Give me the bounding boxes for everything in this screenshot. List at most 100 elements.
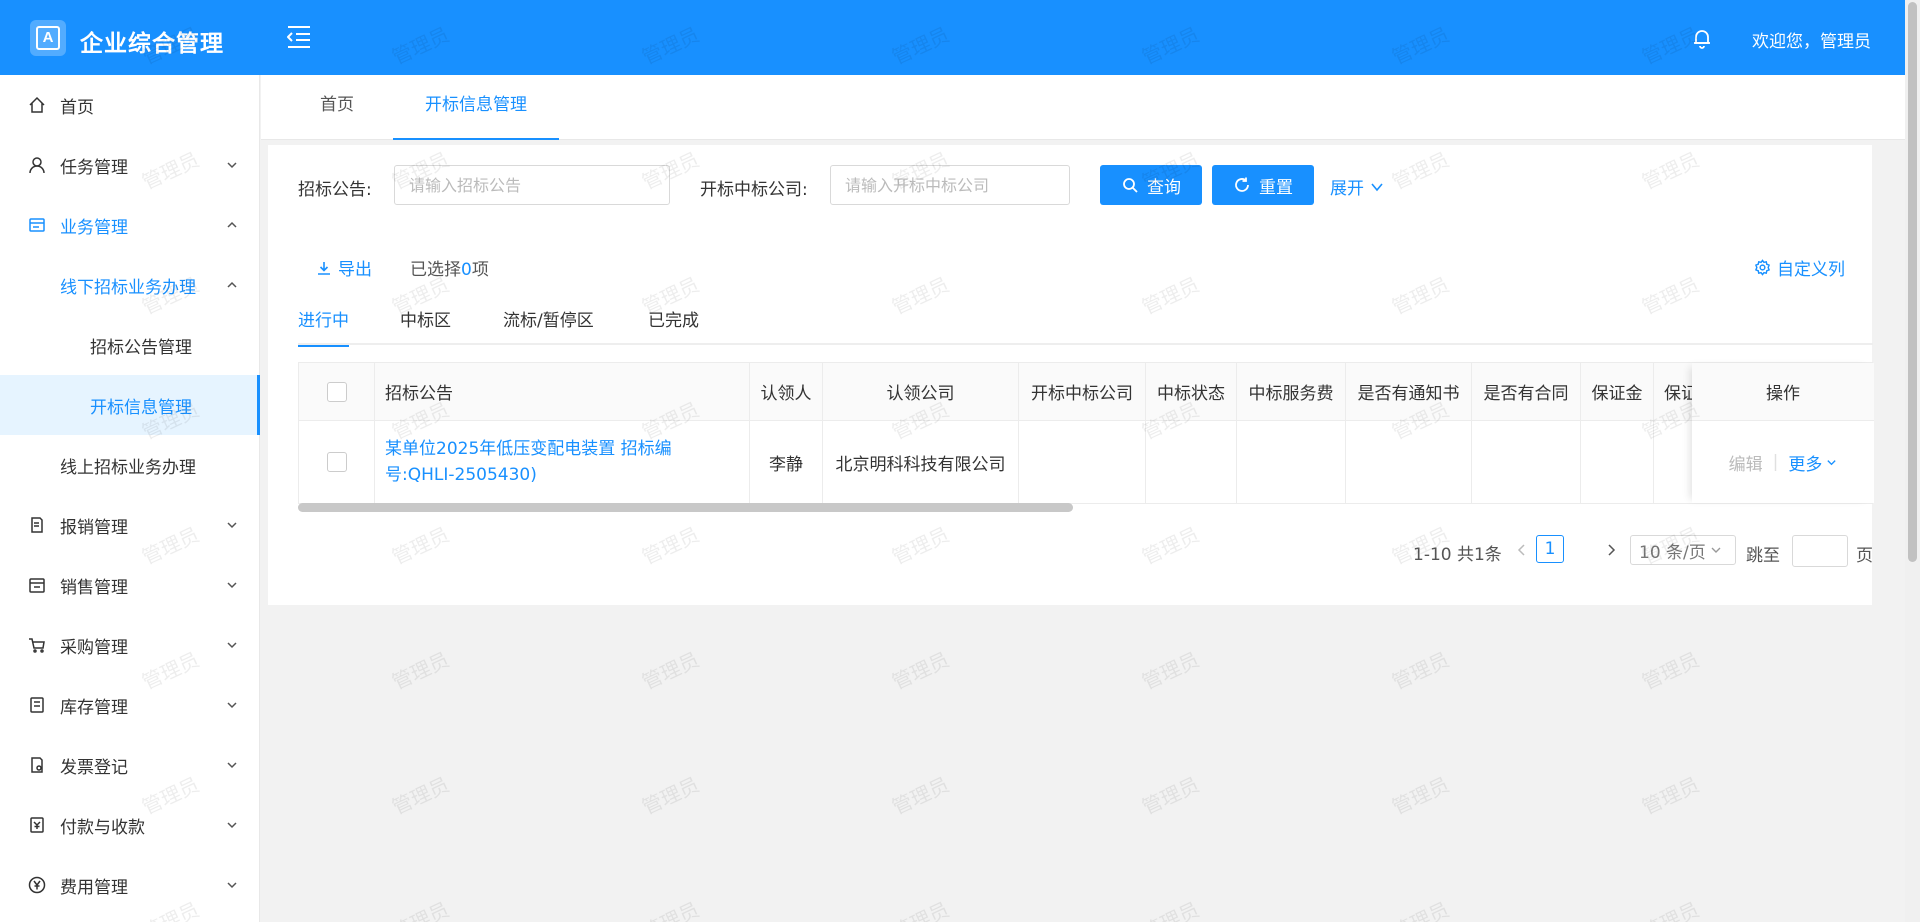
sidebar-item-label: 报销管理 xyxy=(60,517,128,538)
company-search-input[interactable] xyxy=(830,165,1070,205)
sidebar-item-sales[interactable]: 销售管理 xyxy=(0,555,260,615)
table-header[interactable]: 认领人 xyxy=(750,363,823,421)
chevron-down-icon xyxy=(227,702,237,709)
chevron-down-icon xyxy=(227,762,237,769)
sidebar-item-bid-announcement[interactable]: 招标公告管理 xyxy=(0,315,260,375)
announcement-link[interactable]: 某单位2025年低压变配电装置 招标编号:QHLI-2505430) xyxy=(375,421,750,503)
prev-page-icon[interactable] xyxy=(1515,543,1529,557)
menu-collapse-icon[interactable] xyxy=(284,23,312,49)
user-icon xyxy=(29,157,45,174)
invoice-icon xyxy=(31,757,43,773)
more-actions-button[interactable]: 更多 xyxy=(1788,450,1837,475)
page-size-value: 10 条/页 xyxy=(1639,542,1706,563)
business-icon xyxy=(29,218,45,232)
next-page-icon[interactable] xyxy=(1604,543,1618,557)
welcome-user[interactable]: 欢迎您，管理员 xyxy=(1752,27,1871,52)
gear-icon xyxy=(1754,259,1771,276)
tab-failed-paused[interactable]: 流标/暂停区 xyxy=(503,305,594,347)
watermark-text: 管理员 xyxy=(888,772,953,820)
chevron-down-icon xyxy=(227,522,237,529)
chevron-down-icon xyxy=(1711,547,1721,553)
table-horizontal-scrollbar[interactable] xyxy=(298,503,1073,512)
download-icon xyxy=(318,261,330,275)
chevron-down-icon xyxy=(227,822,237,829)
store-icon xyxy=(29,578,45,593)
notification-bell-icon[interactable] xyxy=(1690,26,1714,50)
table-header[interactable]: 开标中标公司 xyxy=(1019,363,1146,421)
current-page[interactable]: 1 xyxy=(1536,535,1564,563)
watermark-text: 管理员 xyxy=(638,772,703,820)
chevron-down-icon xyxy=(227,582,237,589)
watermark-text: 管理员 xyxy=(638,647,703,695)
table-header[interactable]: 保证金 xyxy=(1581,363,1654,421)
table-header[interactable]: 是否有通知书 xyxy=(1346,363,1472,421)
table-cell-empty xyxy=(1581,421,1654,503)
scrollbar-thumb[interactable] xyxy=(1908,2,1917,562)
sidebar-item-reimbursement[interactable]: 报销管理 xyxy=(0,495,260,555)
reset-button[interactable]: 重置 xyxy=(1212,165,1314,205)
table-header[interactable]: 是否有合同 xyxy=(1472,363,1581,421)
sidebar-item-purchasing[interactable]: 采购管理 xyxy=(0,615,260,675)
company-filter-label: 开标中标公司: xyxy=(700,180,808,200)
sidebar-item-label: 任务管理 xyxy=(60,157,128,178)
custom-columns-button[interactable]: 自定义列 xyxy=(1754,255,1845,280)
custom-columns-label: 自定义列 xyxy=(1777,260,1845,280)
action-divider: | xyxy=(1772,452,1779,472)
tab-completed[interactable]: 已完成 xyxy=(648,305,699,347)
search-button[interactable]: 查询 xyxy=(1100,165,1202,205)
sidebar-item-invoice[interactable]: 发票登记 xyxy=(0,735,260,795)
watermark-text: 管理员 xyxy=(388,772,453,820)
tab-in-progress[interactable]: 进行中 xyxy=(298,305,349,347)
table-cell-select xyxy=(299,421,375,503)
table-cell-empty xyxy=(1346,421,1472,503)
table-header[interactable]: 中标状态 xyxy=(1146,363,1237,421)
edit-button[interactable]: 编辑 xyxy=(1729,450,1763,475)
table-cell-empty xyxy=(1237,421,1346,503)
watermark-text: 管理员 xyxy=(1138,772,1203,820)
sidebar-item-label: 招标公告管理 xyxy=(90,337,192,358)
sidebar-item-online-bidding[interactable]: 线上招标业务办理 xyxy=(0,435,260,495)
table-header-select xyxy=(299,363,375,421)
tab-winning[interactable]: 中标区 xyxy=(400,305,451,347)
table-header[interactable]: 认领公司 xyxy=(823,363,1019,421)
chevron-up-icon xyxy=(227,281,237,288)
sidebar-item-home[interactable]: 首页 xyxy=(0,75,260,135)
sidebar-item-offline-bidding[interactable]: 线下招标业务办理 xyxy=(0,255,260,315)
watermark-text: 管理员 xyxy=(1388,772,1453,820)
chevron-down-icon xyxy=(227,162,237,169)
yen-icon xyxy=(28,876,46,894)
tab-bid-opening[interactable]: 开标信息管理 xyxy=(393,75,559,140)
sidebar-item-bid-opening[interactable]: 开标信息管理 xyxy=(0,375,260,435)
sidebar-item-label: 销售管理 xyxy=(60,577,128,598)
sidebar-item-expenses[interactable]: 费用管理 xyxy=(0,855,260,915)
selection-prefix: 已选择 xyxy=(410,260,461,280)
table-header[interactable]: 中标服务费 xyxy=(1237,363,1346,421)
page-vertical-scrollbar[interactable] xyxy=(1905,0,1920,922)
row-checkbox[interactable] xyxy=(326,452,347,472)
app-title: 企业综合管理 xyxy=(80,31,224,57)
sidebar-item-business[interactable]: 业务管理 xyxy=(0,195,260,255)
watermark-text: 管理员 xyxy=(1638,897,1703,922)
sidebar-item-tasks[interactable]: 任务管理 xyxy=(0,135,260,195)
jump-page-input[interactable] xyxy=(1792,535,1848,567)
expand-filters-link[interactable]: 展开 xyxy=(1330,174,1384,199)
watermark-text: 管理员 xyxy=(388,647,453,695)
reset-button-label: 重置 xyxy=(1259,177,1293,198)
announcement-filter-label: 招标公告: xyxy=(298,180,372,200)
top-header: A 企业综合管理 欢迎您，管理员 xyxy=(0,0,1905,75)
sidebar-item-inventory[interactable]: 库存管理 xyxy=(0,675,260,735)
sidebar-item-payments[interactable]: 付款与收款 xyxy=(0,795,260,855)
chevron-down-icon xyxy=(227,642,237,649)
select-all-checkbox[interactable] xyxy=(326,381,347,402)
export-button[interactable]: 导出 xyxy=(316,255,372,280)
sidebar-item-label: 付款与收款 xyxy=(60,817,145,838)
watermark-text: 管理员 xyxy=(1138,897,1203,922)
selection-summary: 已选择0项 xyxy=(410,255,489,280)
page-size-select[interactable]: 10 条/页 xyxy=(1630,535,1736,565)
tab-home[interactable]: 首页 xyxy=(307,75,367,140)
announcement-search-input[interactable] xyxy=(394,165,670,205)
watermark-text: 管理员 xyxy=(638,897,703,922)
table-header[interactable]: 招标公告 xyxy=(375,363,750,421)
page-suffix: 页 xyxy=(1856,546,1873,566)
selection-count: 0 xyxy=(461,260,472,280)
